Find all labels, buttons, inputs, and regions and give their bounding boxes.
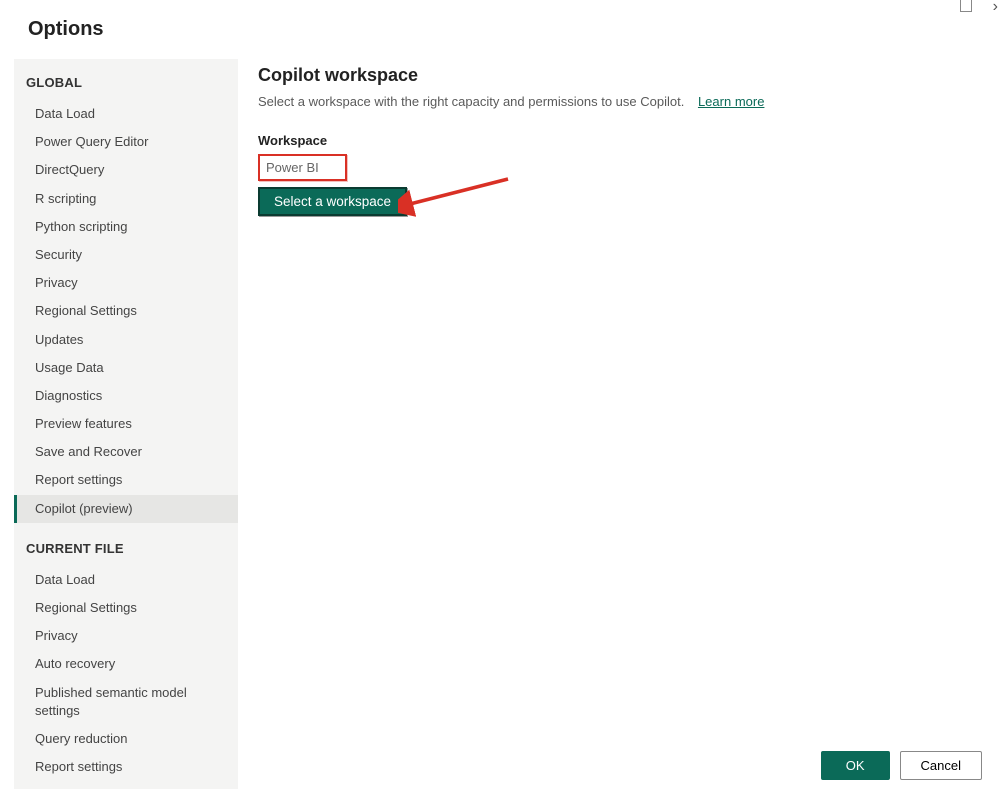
sidebar-item-r-scripting[interactable]: R scripting xyxy=(14,185,238,213)
sidebar-item-usage-data[interactable]: Usage Data xyxy=(14,354,238,382)
options-sidebar: GLOBAL Data Load Power Query Editor Dire… xyxy=(14,59,238,789)
sidebar-item-python-scripting[interactable]: Python scripting xyxy=(14,213,238,241)
chevron-right-icon: › xyxy=(993,0,998,16)
description-text: Select a workspace with the right capaci… xyxy=(258,94,684,109)
sidebar-item-cf-privacy[interactable]: Privacy xyxy=(14,622,238,650)
sidebar-item-data-load[interactable]: Data Load xyxy=(14,100,238,128)
sidebar-section-global: GLOBAL xyxy=(14,71,238,100)
sidebar-item-label: Preview features xyxy=(35,416,132,431)
sidebar-item-cf-regional-settings[interactable]: Regional Settings xyxy=(14,594,238,622)
sidebar-item-label: Copilot (preview) xyxy=(35,501,133,516)
sidebar-item-label: Query reduction xyxy=(35,731,128,746)
sidebar-item-regional-settings[interactable]: Regional Settings xyxy=(14,297,238,325)
sidebar-item-label: R scripting xyxy=(35,191,96,206)
sidebar-item-label: Published semantic model settings xyxy=(35,685,187,718)
select-workspace-button[interactable]: Select a workspace xyxy=(258,187,407,216)
sidebar-item-privacy[interactable]: Privacy xyxy=(14,269,238,297)
sidebar-item-label: Data Load xyxy=(35,572,95,587)
ok-button[interactable]: OK xyxy=(821,751,890,780)
sidebar-item-security[interactable]: Security xyxy=(14,241,238,269)
sidebar-item-preview-features[interactable]: Preview features xyxy=(14,410,238,438)
sidebar-item-label: Security xyxy=(35,247,82,262)
learn-more-link[interactable]: Learn more xyxy=(698,94,764,109)
sidebar-item-updates[interactable]: Updates xyxy=(14,326,238,354)
sidebar-item-label: Python scripting xyxy=(35,219,128,234)
sidebar-item-label: Auto recovery xyxy=(35,656,115,671)
sidebar-item-label: Report settings xyxy=(35,759,122,774)
sidebar-item-label: Privacy xyxy=(35,628,78,643)
main-panel: Copilot workspace Select a workspace wit… xyxy=(238,59,988,789)
workspace-value: Power BI xyxy=(258,154,347,181)
sidebar-item-label: Usage Data xyxy=(35,360,104,375)
sidebar-item-cf-report-settings[interactable]: Report settings xyxy=(14,753,238,781)
sidebar-item-cf-auto-recovery[interactable]: Auto recovery xyxy=(14,650,238,678)
sidebar-section-current-file: CURRENT FILE xyxy=(14,523,238,566)
sidebar-item-directquery[interactable]: DirectQuery xyxy=(14,156,238,184)
sidebar-item-label: Power Query Editor xyxy=(35,134,148,149)
sidebar-item-label: Regional Settings xyxy=(35,600,137,615)
sidebar-item-label: Save and Recover xyxy=(35,444,142,459)
sidebar-item-label: Privacy xyxy=(35,275,78,290)
workspace-field-label: Workspace xyxy=(258,133,968,148)
sidebar-item-cf-data-load[interactable]: Data Load xyxy=(14,566,238,594)
cancel-button[interactable]: Cancel xyxy=(900,751,982,780)
sidebar-item-diagnostics[interactable]: Diagnostics xyxy=(14,382,238,410)
sidebar-item-report-settings[interactable]: Report settings xyxy=(14,466,238,494)
sidebar-item-cf-published-semantic[interactable]: Published semantic model settings xyxy=(14,679,238,725)
panel-title: Copilot workspace xyxy=(258,65,968,86)
sidebar-item-label: Regional Settings xyxy=(35,303,137,318)
sidebar-item-power-query-editor[interactable]: Power Query Editor xyxy=(14,128,238,156)
sidebar-item-label: Report settings xyxy=(35,472,122,487)
sidebar-item-label: Diagnostics xyxy=(35,388,102,403)
sidebar-item-label: Data Load xyxy=(35,106,95,121)
sidebar-item-save-and-recover[interactable]: Save and Recover xyxy=(14,438,238,466)
sidebar-item-copilot-preview[interactable]: Copilot (preview) xyxy=(14,495,238,523)
window-control-placeholder xyxy=(960,0,972,12)
sidebar-item-cf-query-reduction[interactable]: Query reduction xyxy=(14,725,238,753)
dialog-footer: OK Cancel xyxy=(821,751,982,780)
dialog-title: Options xyxy=(0,0,1000,59)
panel-description: Select a workspace with the right capaci… xyxy=(258,94,968,109)
sidebar-item-label: Updates xyxy=(35,332,83,347)
sidebar-item-label: DirectQuery xyxy=(35,162,104,177)
